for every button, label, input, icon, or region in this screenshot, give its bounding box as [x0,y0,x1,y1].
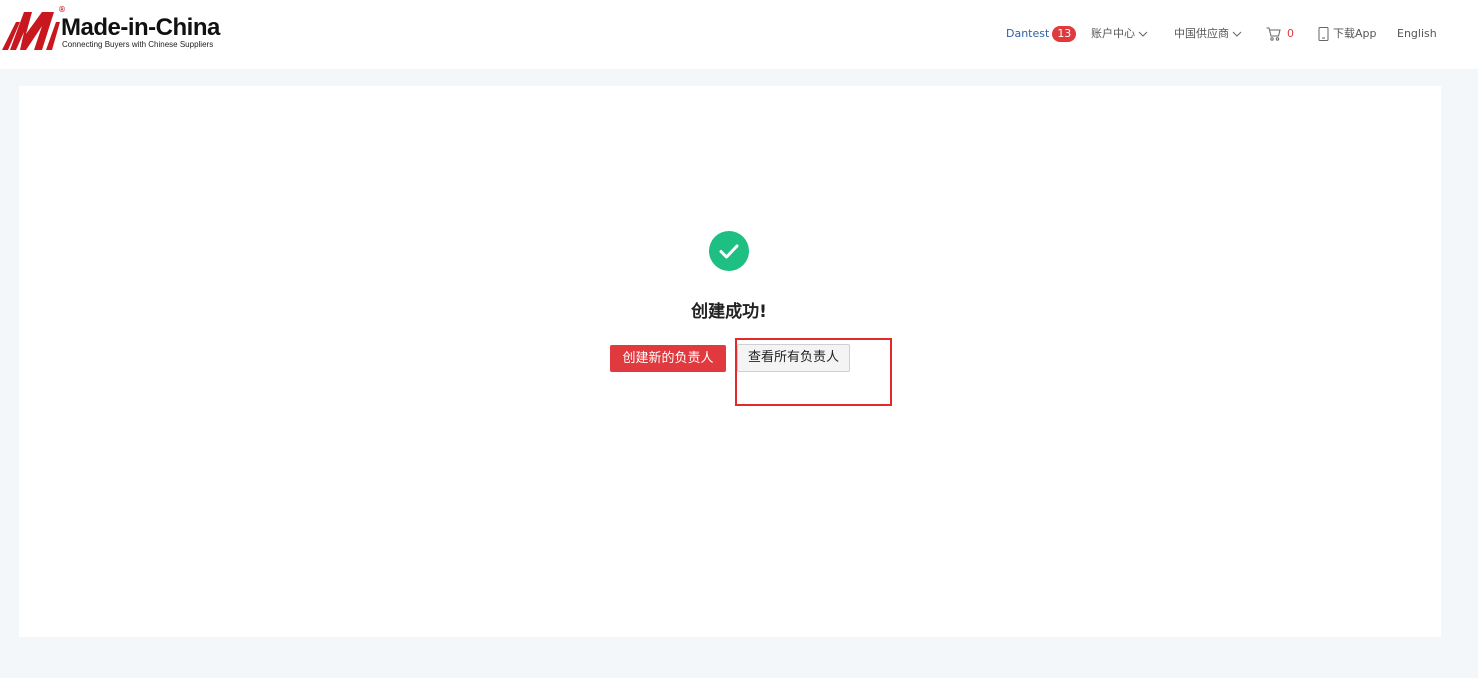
language-label: English [1397,27,1437,40]
success-title: 创建成功! [691,302,767,322]
language-switch[interactable]: English [1397,24,1437,44]
create-new-contact-button[interactable]: 创建新的负责人 [610,345,726,372]
brand-logo[interactable]: ® Made-in-China Connecting Buyers with C… [2,6,224,50]
account-center-label: 账户中心 [1091,27,1135,40]
brand-logo-mark-icon [2,12,60,50]
registered-mark: ® [58,5,66,14]
highlight-annotation [735,338,892,406]
brand-name: Made-in-China [61,14,220,41]
download-app-link[interactable]: 下载App [1318,24,1377,44]
cart-link[interactable]: 0 [1266,24,1294,44]
china-supplier-menu[interactable]: 中国供应商 [1174,24,1242,44]
site-header: ® Made-in-China Connecting Buyers with C… [0,0,1478,69]
user-name: Dantest [1006,27,1050,40]
cart-icon [1266,27,1281,41]
cart-count: 0 [1287,27,1294,40]
chevron-down-icon [1138,31,1148,37]
user-menu[interactable]: Dantest 13 [1006,24,1077,44]
notification-badge: 13 [1052,26,1077,42]
download-app-label: 下载App [1333,27,1377,40]
account-center-menu[interactable]: 账户中心 [1091,24,1148,44]
mobile-phone-icon [1318,27,1329,41]
brand-tagline: Connecting Buyers with Chinese Suppliers [62,40,214,49]
china-supplier-label: 中国供应商 [1174,27,1229,40]
content-panel [19,86,1441,637]
check-circle-icon [709,231,749,271]
chevron-down-icon [1232,31,1242,37]
